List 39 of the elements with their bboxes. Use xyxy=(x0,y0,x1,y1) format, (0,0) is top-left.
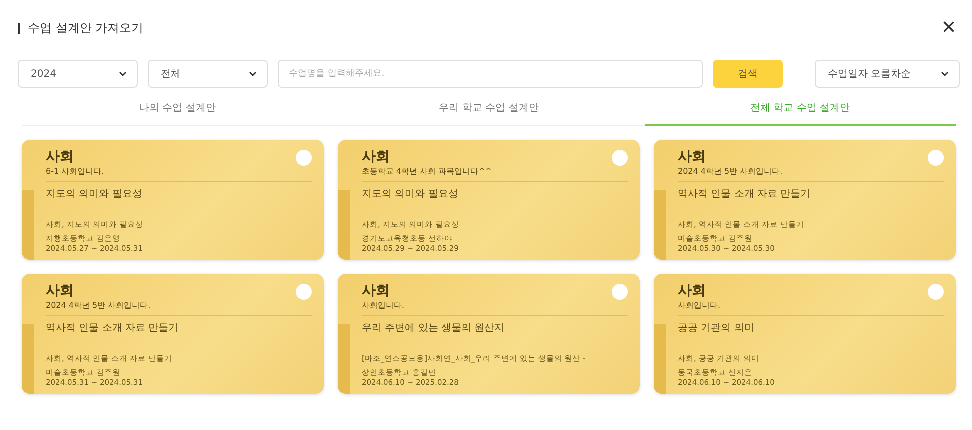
card-spine xyxy=(22,190,34,260)
radio-button[interactable] xyxy=(296,284,312,300)
card-spine xyxy=(338,324,350,394)
tab[interactable]: 우리 학교 수업 설계안 xyxy=(333,92,645,126)
lesson-title: 우리 주변에 있는 생물의 원산지 xyxy=(362,322,506,336)
category-select[interactable]: 전체 xyxy=(148,60,268,88)
card-spine xyxy=(22,324,34,394)
close-button[interactable]: × xyxy=(938,16,960,40)
card-spine xyxy=(338,190,350,260)
lesson-title: 역사적 인물 소개 자료 만들기 xyxy=(46,322,180,336)
card-description: 사회입니다. xyxy=(362,300,628,316)
lesson-title: 공공 기관의 의미 xyxy=(678,322,756,336)
radio-button[interactable] xyxy=(612,150,628,166)
card-subject: 사회 xyxy=(678,148,706,166)
card-subject: 사회 xyxy=(46,148,74,166)
lesson-title: 지도의 의미와 필요성 xyxy=(46,188,144,202)
dialog-title: 수업 설계안 가져오기 xyxy=(28,20,144,36)
card-description: 2024 4학년 5반 사회입니다. xyxy=(46,300,312,316)
sort-select[interactable]: 수업일자 오름차순 xyxy=(815,60,960,88)
radio-button[interactable] xyxy=(928,284,944,300)
lesson-title: 역사적 인물 소개 자료 만들기 xyxy=(678,188,812,202)
card-description: 초등학교 4학년 사회 과목입니다^^ xyxy=(362,166,628,182)
card-description: 6-1 사회입니다. xyxy=(46,166,312,182)
card-subject: 사회 xyxy=(678,282,706,300)
radio-button[interactable] xyxy=(928,150,944,166)
radio-button[interactable] xyxy=(612,284,628,300)
card-spine xyxy=(654,324,666,394)
lesson-title: 지도의 의미와 필요성 xyxy=(362,188,460,202)
card-subject: 사회 xyxy=(362,148,390,166)
search-button[interactable]: 검색 xyxy=(713,60,783,88)
card-spine xyxy=(654,190,666,260)
tab[interactable]: 나의 수업 설계안 xyxy=(22,92,334,126)
year-select[interactable]: 2024 xyxy=(18,60,138,88)
card-subject: 사회 xyxy=(46,282,74,300)
card-description: 사회입니다. xyxy=(678,300,944,316)
radio-button[interactable] xyxy=(296,150,312,166)
card-subject: 사회 xyxy=(362,282,390,300)
search-field[interactable]: 수업명을 입력해주세요. xyxy=(278,60,703,88)
card-description: 2024 4학년 5반 사회입니다. xyxy=(678,166,944,182)
